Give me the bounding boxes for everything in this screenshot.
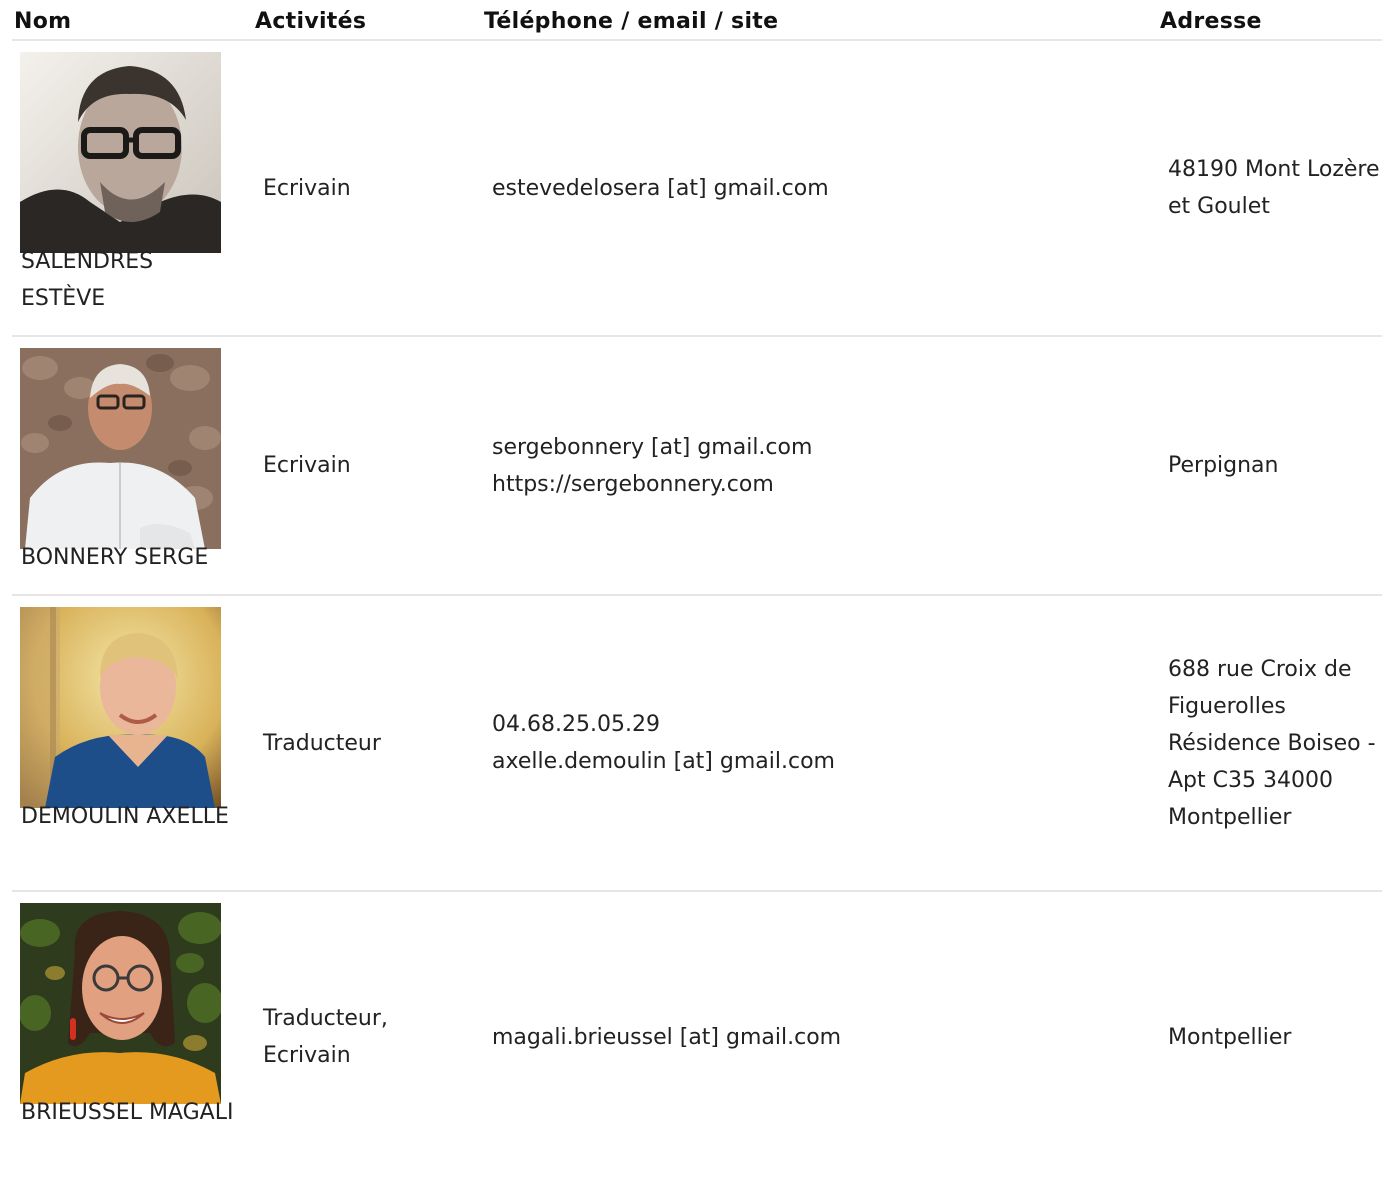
person-name: SALENDRES ESTÈVE <box>21 249 154 311</box>
activity-cell: Ecrivain <box>263 337 463 594</box>
portrait-photo <box>20 903 221 1104</box>
person-name: BRIEUSSEL MAGALI <box>21 1100 234 1125</box>
contact-cell: 04.68.25.05.29 axelle.demoulin [at] gmai… <box>492 596 1132 890</box>
contact-cell: magali.brieussel [at] gmail.com <box>492 892 1132 1182</box>
contact-email[interactable]: estevedelosera [at] gmail.com <box>492 170 1132 207</box>
directory-table: Nom Activités Téléphone / email / site A… <box>12 0 1382 1182</box>
address-text: Perpignan <box>1168 453 1279 478</box>
address-cell: Montpellier <box>1168 892 1380 1182</box>
person-name: DEMOULIN AXELLE <box>21 804 229 829</box>
contact-email[interactable]: magali.brieussel [at] gmail.com <box>492 1019 1132 1056</box>
person-name: BONNERY SERGE <box>21 545 209 570</box>
address-text: Montpellier <box>1168 1024 1292 1050</box>
portrait-photo <box>20 52 221 253</box>
activity-text: Ecrivain <box>263 175 351 201</box>
activity-cell: Ecrivain <box>263 41 463 335</box>
table-row: BRIEUSSEL MAGALI Traducteur, Ecrivain ma… <box>12 892 1382 1182</box>
address-cell: 688 rue Croix de Figuerolles Résidence B… <box>1168 596 1380 890</box>
column-header-activites: Activités <box>255 9 367 34</box>
table-row: BONNERY SERGE Ecrivain sergebonnery [at]… <box>12 337 1382 596</box>
column-header-contact: Téléphone / email / site <box>484 9 779 34</box>
table-header: Nom Activités Téléphone / email / site A… <box>12 0 1382 41</box>
address-text: 688 rue Croix de Figuerolles Résidence B… <box>1168 656 1376 830</box>
activity-cell: Traducteur, Ecrivain <box>263 892 463 1182</box>
portrait-photo <box>20 348 221 549</box>
activity-cell: Traducteur <box>263 596 463 890</box>
activity-text: Traducteur, Ecrivain <box>263 1006 388 1068</box>
table-row: DEMOULIN AXELLE Traducteur 04.68.25.05.2… <box>12 596 1382 892</box>
activity-text: Traducteur <box>263 730 381 756</box>
contact-cell: sergebonnery [at] gmail.com https://serg… <box>492 337 1132 594</box>
address-text: 48190 Mont Lozère et Goulet <box>1168 157 1380 219</box>
portrait-photo <box>20 607 221 808</box>
address-cell: 48190 Mont Lozère et Goulet <box>1168 41 1380 335</box>
contact-cell: estevedelosera [at] gmail.com <box>492 41 1132 335</box>
contact-email[interactable]: sergebonnery [at] gmail.com <box>492 429 1132 466</box>
address-cell: Perpignan <box>1168 337 1380 594</box>
contact-website[interactable]: https://sergebonnery.com <box>492 466 1132 503</box>
column-header-nom: Nom <box>14 9 72 34</box>
contact-phone[interactable]: 04.68.25.05.29 <box>492 706 1132 743</box>
column-header-adresse: Adresse <box>1160 9 1262 34</box>
activity-text: Ecrivain <box>263 453 351 478</box>
contact-email[interactable]: axelle.demoulin [at] gmail.com <box>492 743 1132 780</box>
table-row: SALENDRES ESTÈVE Ecrivain estevedelosera… <box>12 41 1382 337</box>
